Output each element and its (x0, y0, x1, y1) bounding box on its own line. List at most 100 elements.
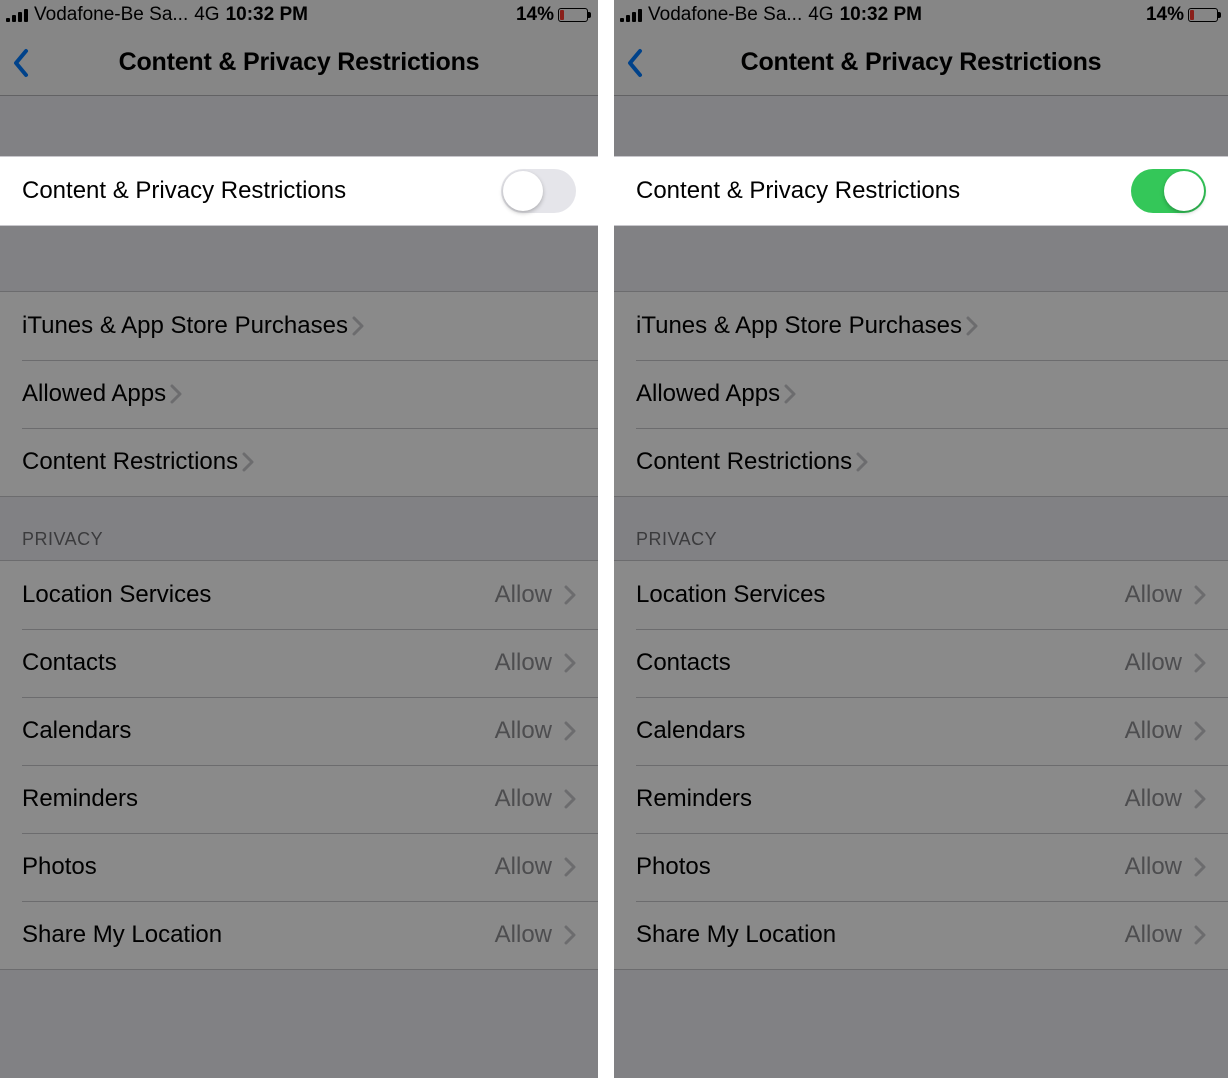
row-label: Share My Location (22, 921, 222, 949)
battery-icon (1188, 8, 1218, 22)
row-label: Photos (636, 853, 711, 881)
network-type: 4G (808, 4, 833, 26)
row-value: Allow (1125, 649, 1190, 677)
row-label: Reminders (22, 785, 138, 813)
page-title: Content & Privacy Restrictions (0, 48, 598, 77)
chevron-right-icon (352, 316, 364, 336)
row-value: Allow (495, 717, 560, 745)
row-label: Allowed Apps (22, 380, 166, 408)
row-calendars[interactable]: Calendars Allow (0, 697, 598, 765)
status-bar: Vodafone-Be Sa... 4G 10:32 PM 14% (614, 0, 1228, 30)
settings-group-1: iTunes & App Store Purchases Allowed App… (614, 291, 1228, 497)
signal-icon (6, 8, 28, 22)
row-value: Allow (1125, 581, 1190, 609)
screen-left: Vodafone-Be Sa... 4G 10:32 PM 14% Conten… (0, 0, 614, 1078)
chevron-right-icon (784, 384, 796, 404)
content-privacy-switch[interactable] (501, 169, 576, 213)
chevron-right-icon (242, 452, 254, 472)
row-value: Allow (495, 921, 560, 949)
row-value: Allow (1125, 785, 1190, 813)
chevron-right-icon (966, 316, 978, 336)
row-contacts[interactable]: Contacts Allow (614, 629, 1228, 697)
row-value: Allow (495, 649, 560, 677)
row-label: Content Restrictions (636, 448, 852, 476)
settings-group-1: iTunes & App Store Purchases Allowed App… (0, 291, 598, 497)
chevron-right-icon (564, 857, 576, 877)
privacy-group: Location Services Allow Contacts Allow C… (614, 560, 1228, 970)
clock: 10:32 PM (840, 4, 922, 26)
row-allowed-apps[interactable]: Allowed Apps (0, 360, 598, 428)
screen-right: Vodafone-Be Sa... 4G 10:32 PM 14% Conten… (614, 0, 1228, 1078)
content-privacy-toggle-row[interactable]: Content & Privacy Restrictions (0, 157, 598, 225)
row-share-my-location[interactable]: Share My Location Allow (0, 901, 598, 969)
content-privacy-toggle-row[interactable]: Content & Privacy Restrictions (614, 157, 1228, 225)
privacy-section-header: Privacy (614, 497, 1228, 560)
row-label: Calendars (22, 717, 131, 745)
chevron-right-icon (1194, 857, 1206, 877)
chevron-right-icon (564, 653, 576, 673)
privacy-group: Location Services Allow Contacts Allow C… (0, 560, 598, 970)
battery-pct: 14% (516, 4, 554, 26)
row-reminders[interactable]: Reminders Allow (0, 765, 598, 833)
row-photos[interactable]: Photos Allow (614, 833, 1228, 901)
network-type: 4G (194, 4, 219, 26)
row-value: Allow (1125, 921, 1190, 949)
row-contacts[interactable]: Contacts Allow (0, 629, 598, 697)
row-calendars[interactable]: Calendars Allow (614, 697, 1228, 765)
toggle-label: Content & Privacy Restrictions (636, 177, 960, 205)
chevron-right-icon (564, 585, 576, 605)
row-allowed-apps[interactable]: Allowed Apps (614, 360, 1228, 428)
row-label: iTunes & App Store Purchases (636, 312, 962, 340)
row-label: Location Services (636, 581, 825, 609)
row-label: iTunes & App Store Purchases (22, 312, 348, 340)
row-share-my-location[interactable]: Share My Location Allow (614, 901, 1228, 969)
chevron-right-icon (856, 452, 868, 472)
nav-bar: Content & Privacy Restrictions (614, 30, 1228, 96)
battery-pct: 14% (1146, 4, 1184, 26)
status-bar: Vodafone-Be Sa... 4G 10:32 PM 14% (0, 0, 598, 30)
chevron-right-icon (170, 384, 182, 404)
chevron-right-icon (564, 721, 576, 741)
content-privacy-switch[interactable] (1131, 169, 1206, 213)
row-photos[interactable]: Photos Allow (0, 833, 598, 901)
chevron-right-icon (1194, 653, 1206, 673)
chevron-right-icon (564, 925, 576, 945)
carrier-label: Vodafone-Be Sa... (34, 4, 188, 26)
nav-bar: Content & Privacy Restrictions (0, 30, 598, 96)
row-location-services[interactable]: Location Services Allow (614, 561, 1228, 629)
row-reminders[interactable]: Reminders Allow (614, 765, 1228, 833)
toggle-label: Content & Privacy Restrictions (22, 177, 346, 205)
privacy-section-header: Privacy (0, 497, 598, 560)
row-label: Content Restrictions (22, 448, 238, 476)
row-value: Allow (495, 785, 560, 813)
page-title: Content & Privacy Restrictions (614, 48, 1228, 77)
row-location-services[interactable]: Location Services Allow (0, 561, 598, 629)
row-label: Reminders (636, 785, 752, 813)
battery-icon (558, 8, 588, 22)
chevron-right-icon (1194, 721, 1206, 741)
chevron-right-icon (1194, 925, 1206, 945)
chevron-right-icon (1194, 789, 1206, 809)
row-label: Allowed Apps (636, 380, 780, 408)
row-label: Location Services (22, 581, 211, 609)
carrier-label: Vodafone-Be Sa... (648, 4, 802, 26)
row-label: Photos (22, 853, 97, 881)
row-content-restrictions[interactable]: Content Restrictions (0, 428, 598, 496)
row-label: Contacts (22, 649, 117, 677)
toggle-group: Content & Privacy Restrictions (0, 156, 598, 226)
row-value: Allow (1125, 853, 1190, 881)
row-value: Allow (1125, 717, 1190, 745)
row-itunes-purchases[interactable]: iTunes & App Store Purchases (0, 292, 598, 360)
row-label: Contacts (636, 649, 731, 677)
signal-icon (620, 8, 642, 22)
row-value: Allow (495, 581, 560, 609)
row-label: Calendars (636, 717, 745, 745)
chevron-right-icon (1194, 585, 1206, 605)
chevron-right-icon (564, 789, 576, 809)
toggle-group: Content & Privacy Restrictions (614, 156, 1228, 226)
row-label: Share My Location (636, 921, 836, 949)
row-value: Allow (495, 853, 560, 881)
clock: 10:32 PM (226, 4, 308, 26)
row-itunes-purchases[interactable]: iTunes & App Store Purchases (614, 292, 1228, 360)
row-content-restrictions[interactable]: Content Restrictions (614, 428, 1228, 496)
